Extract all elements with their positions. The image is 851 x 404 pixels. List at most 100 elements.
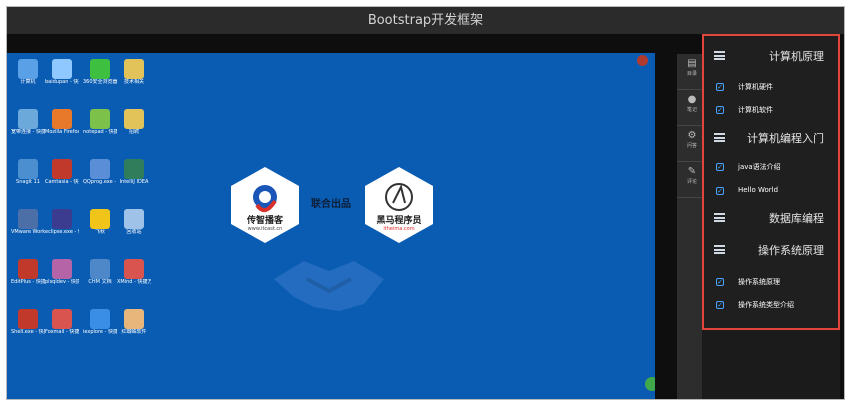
- check-icon: ✓: [716, 163, 724, 171]
- app-window: Bootstrap开发框架 计算机 baidupan - 快捷方式 360安全浏览器…: [6, 6, 845, 400]
- desktop-app-icon: [18, 159, 38, 179]
- check-icon: ✓: [716, 106, 724, 114]
- group-title: 操作系统原理: [758, 244, 824, 257]
- desktop-app-icon: [124, 309, 144, 329]
- itheima-url: itheima.com: [383, 226, 415, 232]
- status-dot-icon: [645, 377, 655, 391]
- record-dot-icon: [637, 55, 648, 66]
- lesson-label: Hello World: [738, 186, 779, 194]
- video-player-area[interactable]: 计算机 baidupan - 快捷方式 360安全浏览器技术相关宽带连接 - 快捷方…: [7, 53, 655, 399]
- desktop-icon[interactable]: plsqldev - 快捷方式: [45, 259, 79, 285]
- desktop-app-icon: [52, 259, 72, 279]
- desktop-app-icon: [52, 109, 72, 129]
- desktop-icon[interactable]: Shell.exe - 快捷方式: [11, 309, 45, 335]
- panel-footer: [702, 330, 840, 399]
- list-menu-icon: [714, 245, 725, 254]
- lesson-item[interactable]: ✓ 计算机硬件: [704, 82, 838, 94]
- desktop-icon[interactable]: 招聘: [117, 109, 151, 135]
- desktop-icon[interactable]: 技术相关: [117, 59, 151, 85]
- itcast-logo: 传智播客 www.itcast.cn: [229, 165, 301, 245]
- desktop-icon[interactable]: IntelliJ IDEA: [117, 159, 151, 185]
- lesson-label: 操作系统类型介绍: [738, 301, 794, 309]
- desktop-icon[interactable]: 360安全浏览器: [83, 59, 117, 85]
- desktop-icon[interactable]: Snagit 11: [11, 159, 45, 185]
- list-menu-icon: [714, 133, 725, 142]
- desktop-icon[interactable]: 宽带连接 - 快捷方式: [11, 109, 45, 135]
- desktop-icon-label: baidupan - 快捷方式: [45, 79, 79, 85]
- itcast-name: 传智播客: [246, 216, 283, 226]
- desktop-icon[interactable]: QQprog.exe - 快捷方式: [83, 159, 117, 185]
- course-outline-panel: 计算机原理 ✓ 计算机硬件 ✓ 计算机软件 计算机编程入门 ✓ java语法介绍…: [702, 34, 840, 330]
- desktop-icon-label: 技术相关: [123, 79, 144, 85]
- desktop-icon-label: IntelliJ IDEA: [119, 179, 149, 185]
- desktop-icon[interactable]: XMind - 快捷方式: [117, 259, 151, 285]
- desktop-icon-label: iexplore - 快捷方式: [83, 329, 117, 335]
- lesson-label: 操作系统原理: [738, 278, 780, 286]
- lesson-item[interactable]: ✓ 计算机软件: [704, 105, 838, 117]
- desktop-icon[interactable]: CHM 文档: [83, 259, 117, 285]
- desktop-icon-label: Camtasia - 快捷方式: [45, 179, 79, 185]
- lesson-item[interactable]: ✓ 操作系统原理: [704, 277, 838, 289]
- group-heading[interactable]: 计算机编程入门: [704, 130, 838, 146]
- desktop-icon-label: 红蜘蛛软件: [121, 329, 147, 335]
- desktop-icon-label: EditPlus - 快捷方式: [11, 279, 45, 285]
- list-menu-icon: [714, 213, 725, 222]
- desktop-icon-label: 飞秋: [94, 229, 105, 235]
- lesson-item[interactable]: ✓ 操作系统类型介绍: [704, 300, 838, 312]
- desktop-app-icon: [90, 259, 110, 279]
- group-heading[interactable]: 数据库编程: [704, 210, 838, 226]
- desktop-app-icon: [90, 159, 110, 179]
- desktop-icon-label: VMware Workstation: [11, 229, 45, 235]
- lesson-item[interactable]: ✓ Hello World: [704, 186, 838, 198]
- desktop-icon[interactable]: 飞秋: [83, 209, 117, 235]
- itcast-url: www.itcast.cn: [247, 226, 283, 232]
- desktop-app-icon: [52, 59, 72, 79]
- list-menu-icon: [714, 51, 725, 60]
- desktop-icon-label: CHM 文档: [88, 279, 112, 285]
- desktop-icon-grid: 计算机 baidupan - 快捷方式 360安全浏览器技术相关宽带连接 - 快捷方…: [7, 53, 157, 399]
- desktop-icon[interactable]: Foxmail - 快捷方式: [45, 309, 79, 335]
- desktop-icon-label: Foxmail - 快捷方式: [45, 329, 79, 335]
- itheima-name: 黑马程序员: [376, 216, 422, 226]
- check-icon: ✓: [716, 187, 724, 195]
- desktop-app-icon: [90, 59, 110, 79]
- desktop-app-icon: [124, 259, 144, 279]
- group-title: 计算机编程入门: [747, 132, 824, 145]
- desktop-icon[interactable]: EditPlus - 快捷方式: [11, 259, 45, 285]
- desktop-icon[interactable]: 计算机: [11, 59, 45, 85]
- desktop-app-icon: [124, 159, 144, 179]
- lesson-label: 计算机硬件: [738, 83, 773, 91]
- desktop-app-icon: [90, 109, 110, 129]
- desktop-icon[interactable]: Mozilla Firefox: [45, 109, 79, 135]
- desktop-icon[interactable]: iexplore - 快捷方式: [83, 309, 117, 335]
- desktop-icon[interactable]: VMware Workstation: [11, 209, 45, 235]
- group-heading[interactable]: 操作系统原理: [704, 242, 838, 258]
- desktop-icon-label: plsqldev - 快捷方式: [45, 279, 79, 285]
- mouse-cursor-icon: ➤: [368, 193, 378, 206]
- desktop-icon-label: 招聘: [128, 129, 139, 135]
- window-title: Bootstrap开发框架: [7, 7, 844, 34]
- desktop-icon[interactable]: notepad - 快捷方式: [83, 109, 117, 135]
- desktop-icon[interactable]: eclipse.exe - 快捷方式: [45, 209, 79, 235]
- desktop-icon-label: notepad - 快捷方式: [83, 129, 117, 135]
- check-icon: ✓: [716, 301, 724, 309]
- desktop-icon-label: 宽带连接 - 快捷方式: [11, 129, 45, 135]
- desktop-icon-label: Shell.exe - 快捷方式: [11, 329, 45, 335]
- desktop-icon[interactable]: 红蜘蛛软件: [117, 309, 151, 335]
- group-title: 数据库编程: [769, 212, 824, 225]
- desktop-icon-label: Mozilla Firefox: [45, 129, 79, 135]
- itcast-hexagon-icon: [231, 167, 299, 243]
- desktop-icon-label: 360安全浏览器: [83, 79, 117, 85]
- desktop-icon[interactable]: Camtasia - 快捷方式: [45, 159, 79, 185]
- check-icon: ✓: [716, 83, 724, 91]
- lesson-item[interactable]: ✓ java语法介绍: [704, 162, 838, 174]
- desktop-icon-label: 回收站: [126, 229, 142, 235]
- desktop-icon-label: 计算机: [20, 79, 36, 85]
- desktop-icon[interactable]: baidupan - 快捷方式: [45, 59, 79, 85]
- desktop-icon[interactable]: 回收站: [117, 209, 151, 235]
- lesson-label: java语法介绍: [738, 163, 781, 171]
- desktop-icon-label: eclipse.exe - 快捷方式: [45, 229, 79, 235]
- group-heading[interactable]: 计算机原理: [704, 48, 838, 64]
- desktop-app-icon: [18, 109, 38, 129]
- handshake-watermark-icon: [274, 261, 384, 311]
